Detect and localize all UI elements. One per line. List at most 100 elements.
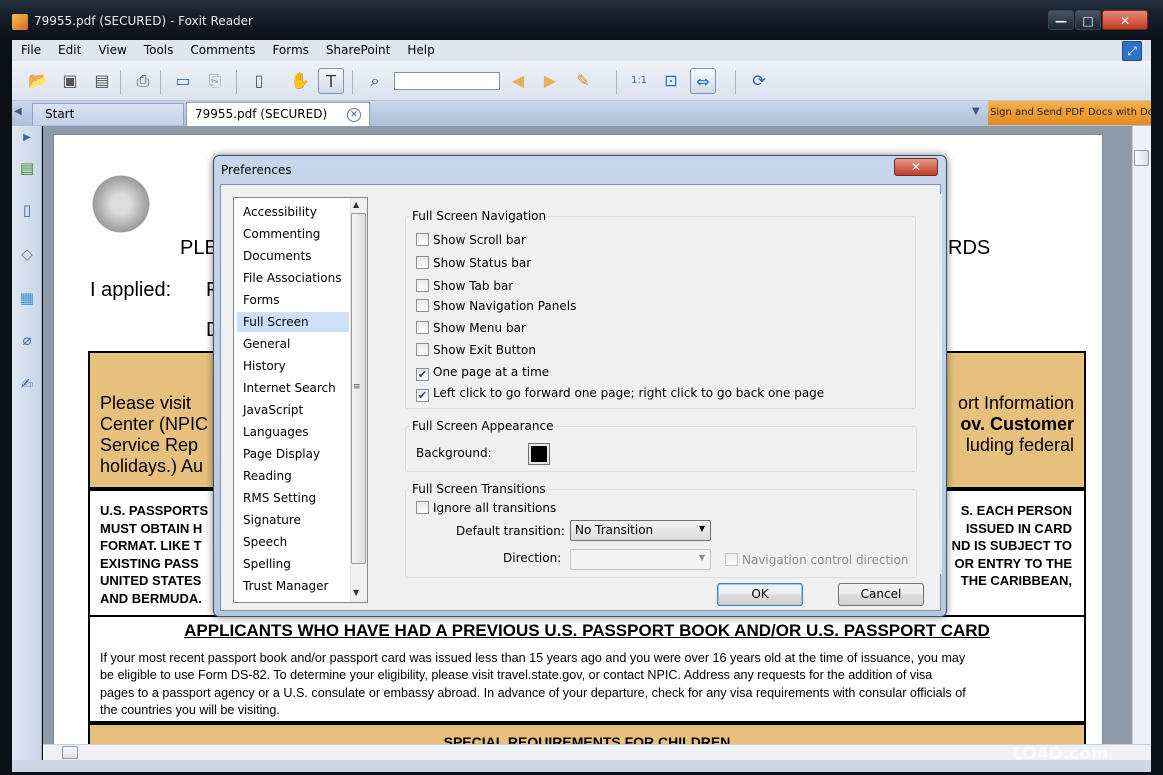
category-signature[interactable]: Signature [237, 510, 349, 530]
vertical-scroll-thumb[interactable] [1134, 150, 1149, 166]
option-show-status-bar[interactable]: Show Status bar [416, 256, 531, 272]
category-accessibility[interactable]: Accessibility [237, 202, 349, 222]
option-one-page-at-a-time[interactable]: ✔ One page at a time [416, 365, 549, 381]
checkbox[interactable] [725, 553, 738, 566]
option-show-navigation-panels[interactable]: Show Navigation Panels [416, 299, 576, 315]
category-history[interactable]: History [237, 356, 349, 376]
category-reading[interactable]: Reading [237, 466, 349, 486]
option-show-menu-bar[interactable]: Show Menu bar [416, 321, 526, 337]
option-label: Show Status bar [433, 256, 532, 270]
checkbox-checked[interactable]: ✔ [416, 389, 429, 402]
save-icon[interactable]: ▣ [57, 68, 83, 94]
scan-icon[interactable]: ⎘ [202, 68, 228, 94]
category-javascript[interactable]: JavaScript [237, 400, 349, 420]
option-show-exit-button[interactable]: Show Exit Button [416, 343, 536, 359]
docusign-ad-banner[interactable]: Sign and Send PDF Docs with DocuSign [988, 101, 1151, 125]
save-as-icon[interactable]: ▤ [89, 68, 115, 94]
category-rms-setting[interactable]: RMS Setting [237, 488, 349, 508]
category-spelling[interactable]: Spelling [237, 554, 349, 574]
cancel-button[interactable]: Cancel [838, 583, 924, 606]
find-icon[interactable]: ⌕ [362, 68, 388, 94]
category-commenting[interactable]: Commenting [237, 224, 349, 244]
menu-file[interactable]: File [12, 40, 49, 57]
find-prev-icon[interactable]: ◀ [505, 68, 531, 94]
category-languages[interactable]: Languages [237, 422, 349, 442]
share-icon[interactable]: ⟳ [746, 68, 772, 94]
checkbox[interactable] [416, 321, 429, 334]
menu-sharepoint[interactable]: SharePoint [317, 40, 398, 57]
fit-page-icon[interactable]: ⊡ [658, 68, 684, 94]
horizontal-scrollbar[interactable] [43, 744, 1151, 761]
checkbox[interactable] [416, 299, 429, 312]
tab-close-icon[interactable]: ✕ [347, 108, 361, 122]
option-show-scroll-bar[interactable]: Show Scroll bar [416, 233, 526, 249]
fullscreen-appearance-title: Full Screen Appearance [410, 419, 556, 433]
category-file-associations[interactable]: File Associations [237, 268, 349, 288]
menu-tools[interactable]: Tools [135, 40, 182, 57]
actual-size-icon[interactable]: 1:1 [626, 68, 652, 94]
dialog-close-button[interactable]: ✕ [894, 158, 938, 176]
menu-view[interactable]: View [89, 40, 134, 57]
highlight-icon[interactable]: ✎ [570, 68, 596, 94]
menu-help[interactable]: Help [398, 40, 442, 57]
signature-panel-icon[interactable]: ✍ [17, 374, 37, 394]
fit-width-icon[interactable]: ⇔ [690, 68, 716, 94]
category-trust-manager[interactable]: Trust Manager [237, 576, 349, 596]
find-next-icon[interactable]: ▶ [537, 68, 563, 94]
menu-edit[interactable]: Edit [49, 40, 89, 57]
category-page-display[interactable]: Page Display [237, 444, 349, 464]
category-list[interactable]: Accessibility Commenting Documents File … [233, 197, 368, 603]
category-full-screen[interactable]: Full Screen [237, 312, 349, 332]
close-window-button[interactable]: ✕ [1102, 10, 1148, 30]
print-icon[interactable]: ⎙ [130, 68, 156, 94]
comments-panel-icon[interactable]: ▦ [17, 288, 37, 308]
options-scrollbar[interactable] [939, 194, 942, 574]
maximize-button[interactable]: □ [1075, 10, 1101, 30]
layers-panel-icon[interactable]: ▯ [17, 200, 37, 220]
scroll-up-icon[interactable]: ▲ [353, 200, 359, 209]
option-show-tab-bar[interactable]: Show Tab bar [416, 279, 513, 295]
checkbox[interactable] [416, 279, 429, 292]
panel-expand-icon[interactable]: ▶ [17, 128, 37, 148]
option-navigation-control-direction[interactable]: Navigation control direction [725, 553, 909, 569]
default-transition-select[interactable]: No Transition ▼ [570, 520, 711, 541]
menu-forms[interactable]: Forms [263, 40, 316, 57]
find-input[interactable] [394, 72, 500, 90]
menu-comments[interactable]: Comments [181, 40, 263, 57]
checkbox[interactable] [416, 501, 429, 514]
option-ignore-transitions[interactable]: Ignore all transitions [416, 501, 556, 517]
option-click-navigation[interactable]: ✔ Left click to go forward one page; righ… [416, 386, 824, 402]
scroll-down-icon[interactable]: ▼ [353, 588, 359, 597]
children-title: SPECIAL REQUIREMENTS FOR CHILDREN [443, 734, 731, 744]
vertical-scrollbar[interactable] [1132, 126, 1151, 744]
tab-document[interactable]: 79955.pdf (SECURED) [186, 102, 370, 126]
horizontal-scroll-thumb[interactable] [62, 746, 78, 759]
category-documents[interactable]: Documents [237, 246, 349, 266]
category-speech[interactable]: Speech [237, 532, 349, 552]
category-forms[interactable]: Forms [237, 290, 349, 310]
monitor-icon[interactable]: ▭ [170, 68, 196, 94]
select-text-icon[interactable]: Ｔ [318, 68, 344, 94]
ok-button[interactable]: OK [717, 583, 803, 606]
fullscreen-toggle-icon[interactable]: ⤢ [1122, 41, 1142, 61]
tan-line: Service Rep [100, 435, 199, 455]
tab-list-icon[interactable]: ▼ [972, 106, 980, 117]
direction-select[interactable]: ▼ [570, 549, 711, 570]
tab-scroll-left-icon[interactable]: ◀ [14, 106, 22, 117]
category-general[interactable]: General [237, 334, 349, 354]
checkbox-checked[interactable]: ✔ [416, 368, 429, 381]
hand-icon[interactable]: ✋ [287, 68, 313, 94]
toolbar-separator [120, 70, 121, 94]
open-icon[interactable]: 📂 [25, 68, 51, 94]
checkbox[interactable] [416, 256, 429, 269]
pages-panel-icon[interactable]: ▤ [17, 158, 37, 178]
page-icon[interactable]: ▯ [246, 68, 272, 94]
category-internet-search[interactable]: Internet Search [237, 378, 349, 398]
minimize-button[interactable]: — [1048, 10, 1074, 30]
bookmark-panel-icon[interactable]: ◇ [17, 244, 37, 264]
checkbox[interactable] [416, 233, 429, 246]
background-color-picker[interactable] [528, 443, 550, 465]
attachments-panel-icon[interactable]: ⌀ [17, 330, 37, 350]
tab-start[interactable]: Start [32, 103, 184, 125]
checkbox[interactable] [416, 343, 429, 356]
